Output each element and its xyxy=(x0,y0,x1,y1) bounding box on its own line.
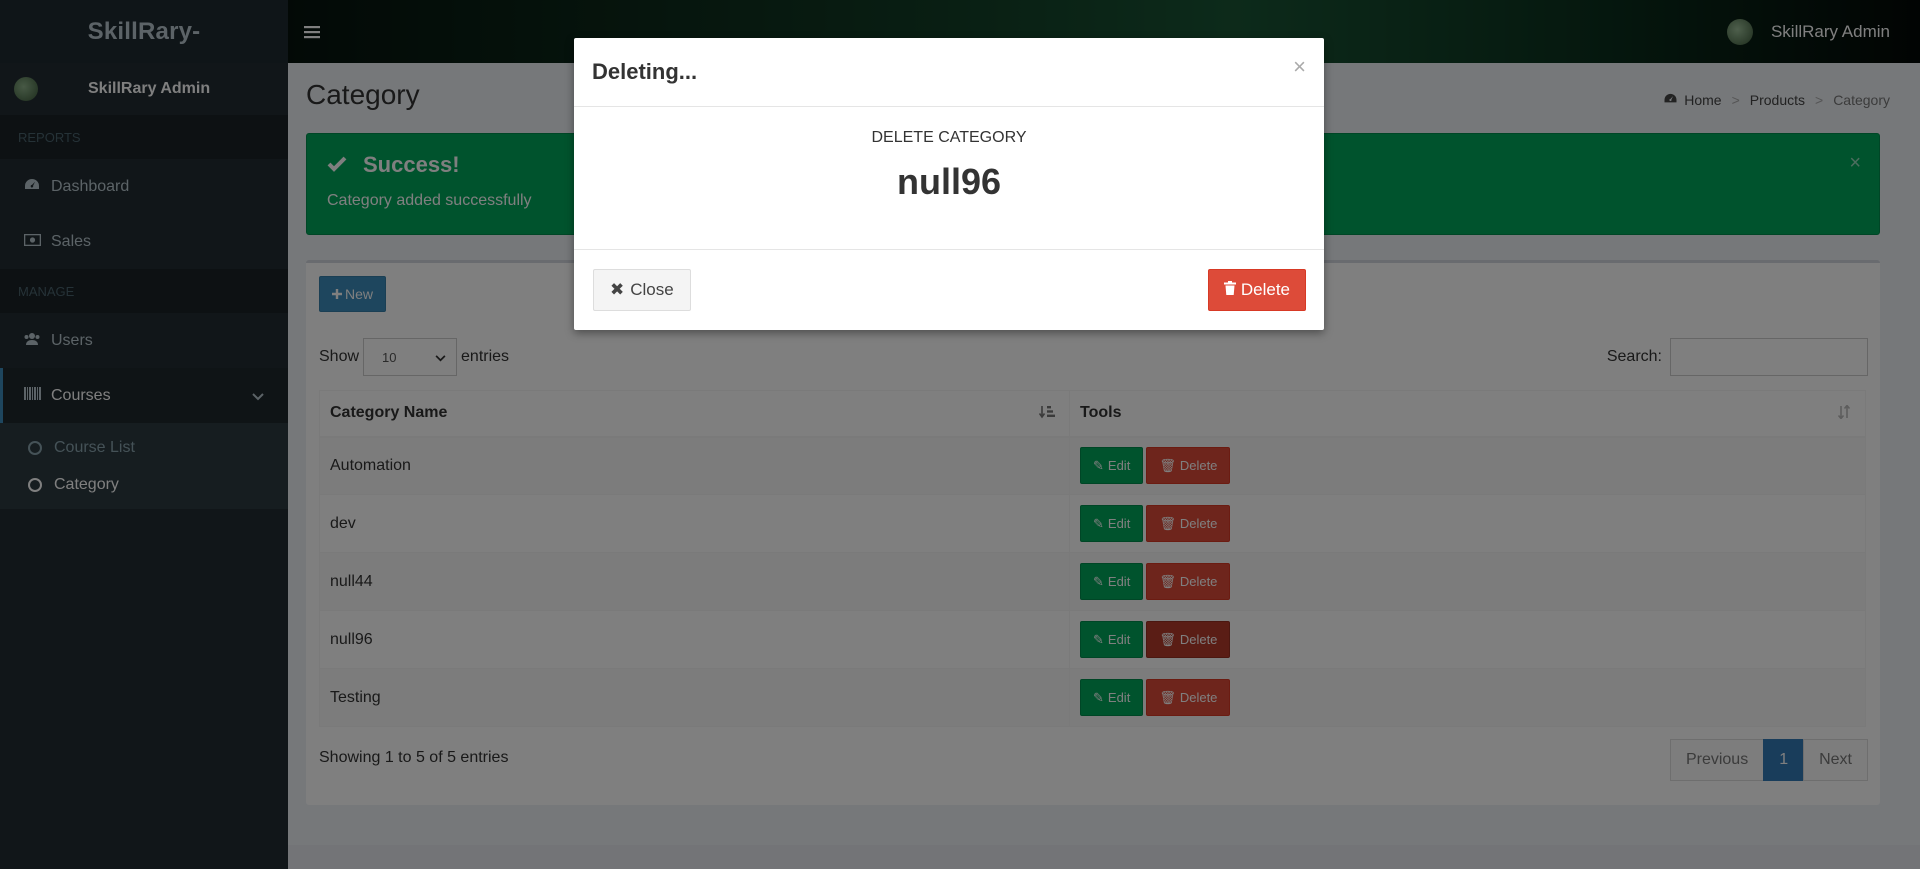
modal-category-name: null96 xyxy=(896,161,1002,202)
close-button-label: Close xyxy=(630,280,674,299)
delete-button-label: Delete xyxy=(1240,280,1290,299)
modal-footer: ✖ Close Delete xyxy=(574,250,1324,330)
modal-body: DELETE CATEGORY null96 xyxy=(574,107,1324,250)
modal-label: DELETE CATEGORY xyxy=(871,129,1027,146)
modal-close-icon[interactable]: × xyxy=(1293,54,1306,80)
modal-title: Deleting... xyxy=(592,59,698,84)
modal-header: Deleting... × xyxy=(574,38,1324,107)
delete-modal: Deleting... × DELETE CATEGORY null96 ✖ C… xyxy=(574,38,1324,330)
close-icon: ✖ xyxy=(610,280,625,299)
confirm-delete-button[interactable]: Delete xyxy=(1207,269,1306,311)
close-button[interactable]: ✖ Close xyxy=(593,269,691,311)
trash-icon xyxy=(1223,281,1236,299)
